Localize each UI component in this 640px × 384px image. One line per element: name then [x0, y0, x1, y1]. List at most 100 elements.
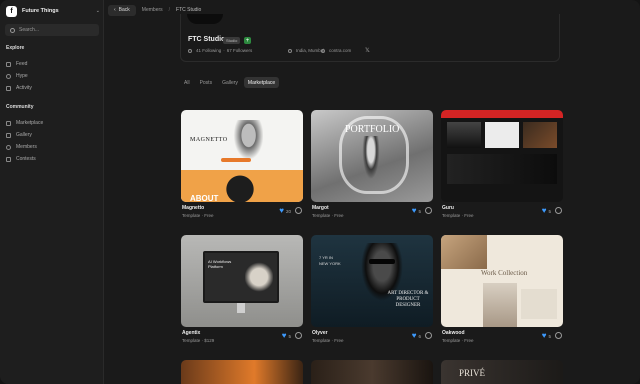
location: India, Mumbai	[288, 48, 324, 53]
card-title[interactable]: Olyver	[312, 330, 328, 336]
sidebar-item-gallery[interactable]: Gallery	[6, 130, 98, 140]
heart-icon: ♥	[279, 206, 284, 215]
breadcrumb-separator: /	[168, 7, 171, 13]
following-count[interactable]: 41 Following	[196, 48, 221, 53]
link-icon	[188, 48, 192, 53]
template-thumbnail[interactable]: PRIVÉ	[441, 360, 563, 384]
like-button[interactable]: ♥ 6	[412, 332, 421, 340]
tab-marketplace[interactable]: Marketplace	[243, 77, 280, 88]
tab-posts[interactable]: Posts	[196, 77, 217, 88]
follow-counts: 41 Following · 67 Followers	[188, 48, 252, 53]
comment-icon[interactable]	[555, 207, 562, 214]
like-button[interactable]: ♥ 5	[412, 207, 421, 215]
users-icon	[6, 144, 11, 150]
template-card[interactable]: 7 YR IN NEW YORK ART DIRECTOR & PRODUCT …	[311, 235, 433, 347]
template-thumbnail[interactable]: Work Collection	[441, 235, 563, 327]
card-subtitle: Template · Free	[182, 213, 214, 218]
card-subtitle: Template · Free	[312, 213, 344, 218]
meta-dot: ·	[223, 48, 225, 53]
template-card[interactable]: MAGNETTO ABOUT Magnetto Template · Free …	[181, 110, 303, 222]
tab-gallery[interactable]: Gallery	[218, 77, 242, 88]
link-icon	[321, 48, 325, 53]
search-input[interactable]	[19, 27, 99, 33]
search-icon	[10, 27, 15, 33]
card-title[interactable]: Margot	[312, 205, 329, 211]
template-card[interactable]: Guru Template · Free ♥ 5	[441, 110, 563, 222]
thumb-title: PORTFOLIO	[345, 124, 400, 135]
thumb-title: ART DIRECTOR & PRODUCT DESIGNER	[387, 291, 429, 308]
website[interactable]: contra.com	[321, 48, 351, 53]
breadcrumb-members[interactable]: Members	[142, 7, 163, 13]
workspace-switcher[interactable]: f Future Things ⌄	[6, 4, 100, 18]
template-thumbnail[interactable]: 7 YR IN NEW YORK ART DIRECTOR & PRODUCT …	[311, 235, 433, 327]
like-count: 5	[288, 333, 291, 339]
template-card[interactable]: Work Collection Oakwood Template · Free …	[441, 235, 563, 347]
sidebar-item-label: Members	[16, 144, 37, 150]
like-count: 20	[285, 208, 291, 214]
sidebar: f Future Things ⌄ Explore Feed Hype Acti…	[0, 0, 104, 384]
x-social-icon[interactable]: 𝕏	[365, 47, 370, 54]
location-pin-icon	[288, 48, 292, 53]
sidebar-item-contests[interactable]: Contests	[6, 154, 98, 164]
app-window: f Future Things ⌄ Explore Feed Hype Acti…	[0, 0, 640, 384]
card-subtitle: Template · Free	[442, 213, 474, 218]
template-card[interactable]: PORTFOLIO Margot Template · Free ♥ 5	[311, 110, 433, 222]
thumb-title: AI Workflows Platform	[208, 259, 232, 269]
template-card[interactable]: AI Workflows Platform Agentix Template ·…	[181, 235, 303, 347]
followers-count[interactable]: 67 Followers	[227, 48, 253, 53]
back-button[interactable]: ‹ Back	[108, 4, 136, 16]
heart-icon: ♥	[411, 331, 417, 340]
sidebar-item-marketplace[interactable]: Marketplace	[6, 118, 98, 128]
portrait-image	[361, 136, 381, 184]
tab-all[interactable]: All	[180, 77, 194, 88]
profile-card: FTC Studio Studio + 41 Following · 67 Fo…	[180, 14, 560, 62]
follow-plus-button[interactable]: +	[244, 37, 251, 44]
comment-icon[interactable]	[555, 332, 562, 339]
silhouette-image	[225, 170, 255, 202]
thumb-title: MAGNETTO	[190, 137, 228, 143]
sidebar-item-feed[interactable]: Feed	[6, 59, 98, 69]
photo-left	[447, 122, 481, 148]
like-button[interactable]: ♥ 5	[542, 332, 551, 340]
template-thumbnail[interactable]: AI Workflows Platform	[181, 235, 303, 327]
heart-icon: ♥	[541, 331, 547, 340]
sidebar-item-activity[interactable]: Activity	[6, 83, 98, 93]
website-link[interactable]: contra.com	[329, 48, 351, 53]
card-title[interactable]: Magnetto	[182, 205, 204, 211]
sidebar-item-members[interactable]: Members	[6, 142, 98, 152]
card-title[interactable]: Agentix	[182, 330, 200, 336]
template-thumbnail[interactable]	[181, 360, 303, 384]
sidebar-item-label: Gallery	[16, 132, 32, 138]
template-thumbnail[interactable]	[311, 360, 433, 384]
comment-icon[interactable]	[295, 332, 302, 339]
profile-name: FTC Studio	[188, 36, 226, 43]
comment-icon[interactable]	[425, 207, 432, 214]
card-title[interactable]: Guru	[442, 205, 454, 211]
like-button[interactable]: ♥ 5	[542, 207, 551, 215]
image-icon	[6, 132, 11, 138]
back-label: Back	[118, 7, 130, 13]
like-button[interactable]: ♥ 20	[279, 207, 291, 215]
comment-icon[interactable]	[425, 332, 432, 339]
monitor-stand	[237, 303, 245, 313]
search-box[interactable]	[5, 24, 99, 36]
like-button[interactable]: ♥ 5	[282, 332, 291, 340]
studio-badge: Studio	[223, 37, 241, 44]
store-icon	[6, 120, 11, 126]
sidebar-item-label: Marketplace	[16, 120, 44, 126]
sidebar-item-label: Hype	[16, 73, 28, 79]
card-title[interactable]: Oakwood	[442, 330, 465, 336]
sidebar-item-label: Feed	[16, 61, 28, 67]
flower-image	[245, 257, 273, 297]
feed-icon	[6, 61, 11, 67]
template-thumbnail[interactable]: MAGNETTO ABOUT	[181, 110, 303, 202]
trophy-icon	[6, 156, 11, 162]
like-count: 5	[418, 208, 421, 214]
section-title-explore: Explore	[6, 45, 25, 51]
template-thumbnail[interactable]: PORTFOLIO	[311, 110, 433, 202]
breadcrumb-current: FTC Studio	[176, 7, 202, 13]
heart-icon: ♥	[281, 331, 287, 340]
comment-icon[interactable]	[295, 207, 302, 214]
template-thumbnail[interactable]	[441, 110, 563, 202]
sidebar-item-hype[interactable]: Hype	[6, 71, 98, 81]
